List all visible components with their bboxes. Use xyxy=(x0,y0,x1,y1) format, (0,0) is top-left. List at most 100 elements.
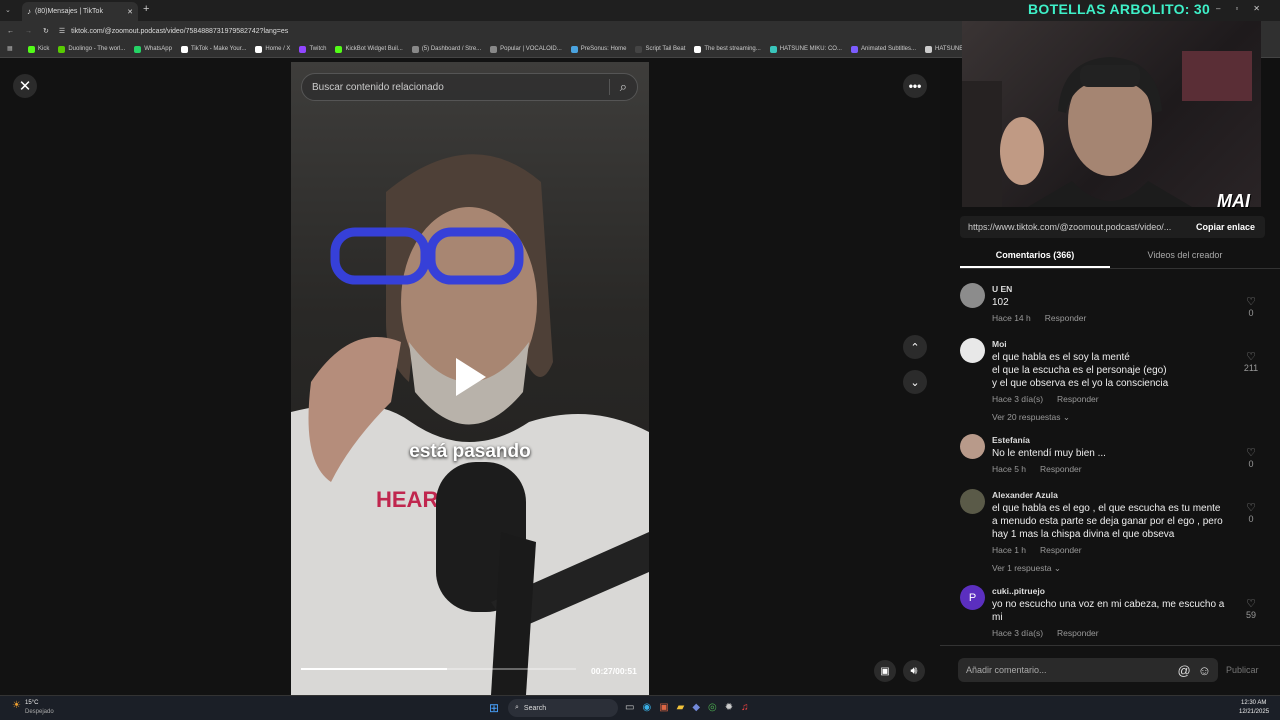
comment-time: Hace 1 h xyxy=(992,545,1027,555)
bookmark-item[interactable]: Twitch xyxy=(299,45,326,53)
avatar[interactable] xyxy=(960,283,985,308)
site-info-icon[interactable]: ☰ xyxy=(59,27,65,35)
reply-button[interactable]: Responder xyxy=(1057,394,1099,404)
bookmark-icon xyxy=(134,45,142,53)
comment-text: No le entendí muy bien ... xyxy=(992,448,1106,459)
back-icon[interactable]: ← xyxy=(7,28,14,35)
restore-icon[interactable]: ▫ xyxy=(1235,4,1238,13)
progress-track[interactable] xyxy=(301,668,576,670)
reply-button[interactable]: Responder xyxy=(1040,545,1082,555)
like-button[interactable]: ♡ 0 xyxy=(1243,295,1259,318)
webcam-overlay xyxy=(962,21,1261,207)
browser-tab[interactable]: ♪ (80)Mensajes | TikTok ✕ xyxy=(22,2,138,21)
store-icon[interactable]: ▣ xyxy=(659,702,668,713)
comment-username[interactable]: Estefanía xyxy=(992,434,1106,447)
bookmark-label: The best streaming... xyxy=(704,46,761,52)
reload-icon[interactable]: ↻ xyxy=(43,27,49,35)
avatar[interactable]: P xyxy=(960,585,985,610)
bookmark-item[interactable]: HATSUNE MIKU: CO... xyxy=(769,45,842,53)
emoji-icon[interactable]: ☺ xyxy=(1198,663,1211,678)
bookmark-label: Kick xyxy=(38,46,50,52)
bookmark-item[interactable]: Popular | VOCALOID... xyxy=(490,45,562,53)
comment-item: cuki..pitruejo yo no escucho una voz en m… xyxy=(992,585,1224,640)
taskbar-search[interactable]: ⌕ Search xyxy=(508,699,618,717)
music-icon[interactable]: ♫ xyxy=(741,702,749,713)
close-tab-icon[interactable]: ✕ xyxy=(127,8,133,16)
comment-time: Hace 3 día(s) xyxy=(992,628,1044,638)
tab-title: (80)Mensajes | TikTok xyxy=(35,8,103,15)
volume-icon[interactable]: 🔊︎ xyxy=(903,660,925,682)
bookmark-item[interactable]: Animated Subtitles... xyxy=(850,45,917,53)
bookmark-item[interactable]: Duolingo - The worl... xyxy=(58,45,125,53)
bookmark-icon xyxy=(58,45,66,53)
apps-icon[interactable]: ▦ xyxy=(7,45,13,52)
bookmark-label: Animated Subtitles... xyxy=(860,46,917,52)
next-video-button[interactable]: ⌄ xyxy=(903,370,927,394)
settings-icon[interactable]: ✹ xyxy=(725,702,733,713)
more-options-icon[interactable]: ••• xyxy=(903,74,927,98)
view-replies-link[interactable]: Ver 1 respuesta ⌄ xyxy=(992,562,1223,575)
bookmark-label: KickBot Widget Buil... xyxy=(345,46,403,52)
previous-video-button[interactable]: ⌃ xyxy=(903,335,927,359)
bookmark-item[interactable]: Home / X xyxy=(255,45,290,53)
bookmark-item[interactable]: WhatsApp xyxy=(134,45,172,53)
comment-input[interactable]: Añadir comentario... @ ☺ xyxy=(958,658,1218,682)
close-window-icon[interactable]: ✕ xyxy=(1253,4,1260,13)
bookmark-item[interactable]: PreSonus: Home xyxy=(570,45,626,53)
task-view-icon[interactable]: ▭ xyxy=(625,702,634,713)
view-replies-link[interactable]: Ver 20 respuestas ⌄ xyxy=(992,411,1168,424)
new-tab-button[interactable]: + xyxy=(143,3,149,15)
view-replies-label: Ver 1 respuesta xyxy=(992,563,1052,573)
bookmark-icon xyxy=(28,45,35,53)
avatar[interactable] xyxy=(960,338,985,363)
taskbar-search-icon: ⌕ xyxy=(515,704,519,711)
comment-meta: Hace 1 h Responder xyxy=(992,544,1223,557)
tab-creator-videos[interactable]: Videos del creador xyxy=(1110,250,1260,260)
search-placeholder: Buscar contenido relacionado xyxy=(312,81,444,93)
mai-watermark: MAI xyxy=(1217,191,1250,211)
play-icon[interactable] xyxy=(456,358,486,396)
mention-icon[interactable]: @ xyxy=(1178,663,1191,678)
comment-username[interactable]: Alexander Azula xyxy=(992,489,1223,502)
view-replies-label: Ver 20 respuestas xyxy=(992,412,1061,422)
reply-button[interactable]: Responder xyxy=(1040,464,1082,474)
related-search-input[interactable]: Buscar contenido relacionado ⌕ xyxy=(301,73,638,101)
comment-username[interactable]: cuki..pitruejo xyxy=(992,585,1224,598)
minimize-icon[interactable]: – xyxy=(1216,4,1220,13)
bookmark-item[interactable]: KickBot Widget Buil... xyxy=(335,45,403,53)
url-field[interactable]: tiktok.com/@zoomout.podcast/video/758488… xyxy=(71,28,288,35)
bookmark-item[interactable]: (5) Dashboard / Stre... xyxy=(411,45,481,53)
bookmark-icon xyxy=(255,45,263,53)
comment-username[interactable]: U EN xyxy=(992,283,1086,296)
bookmark-item[interactable]: Kick xyxy=(28,45,50,53)
avatar[interactable] xyxy=(960,434,985,459)
start-icon[interactable]: ⊞ xyxy=(489,701,499,715)
search-icon[interactable]: ⌕ xyxy=(608,79,637,95)
like-button[interactable]: ♡ 0 xyxy=(1243,446,1259,469)
publish-button[interactable]: Publicar xyxy=(1226,665,1259,675)
like-button[interactable]: ♡ 0 xyxy=(1243,501,1259,524)
tab-menu-icon[interactable]: ⌄ xyxy=(5,6,11,14)
discord-icon[interactable]: ◆ xyxy=(692,702,700,713)
reply-button[interactable]: Responder xyxy=(1057,628,1099,638)
tab-comments[interactable]: Comentarios (366) xyxy=(960,250,1110,260)
like-button[interactable]: ♡ 59 xyxy=(1243,597,1259,620)
chrome-icon[interactable]: ◎ xyxy=(708,702,717,713)
explorer-icon[interactable]: ▰ xyxy=(677,702,685,713)
avatar[interactable] xyxy=(960,489,985,514)
comment-text: el que habla es el ego , el que escucha … xyxy=(992,503,1221,514)
floating-player-icon[interactable]: ▣ xyxy=(874,660,896,682)
edge-icon[interactable]: ◉ xyxy=(642,702,651,713)
like-button[interactable]: ♡ 211 xyxy=(1243,350,1259,373)
bookmark-item[interactable]: The best streaming... xyxy=(694,45,761,53)
bookmark-item[interactable]: Script Tail Beat xyxy=(635,45,685,53)
forward-icon[interactable]: → xyxy=(25,28,32,35)
copy-link-button[interactable]: Copiar enlace xyxy=(1186,222,1265,232)
close-viewer-button[interactable]: ✕ xyxy=(13,74,37,98)
reply-button[interactable]: Responder xyxy=(1045,313,1087,323)
bookmark-icon xyxy=(570,45,578,53)
comment-username[interactable]: Moi xyxy=(992,338,1168,351)
bookmark-item[interactable]: TikTok - Make Your... xyxy=(180,45,246,53)
video-link[interactable]: https://www.tiktok.com/@zoomout.podcast/… xyxy=(968,222,1186,232)
video-player[interactable]: HEAR está pasando 00:27/00:51 xyxy=(291,62,649,695)
